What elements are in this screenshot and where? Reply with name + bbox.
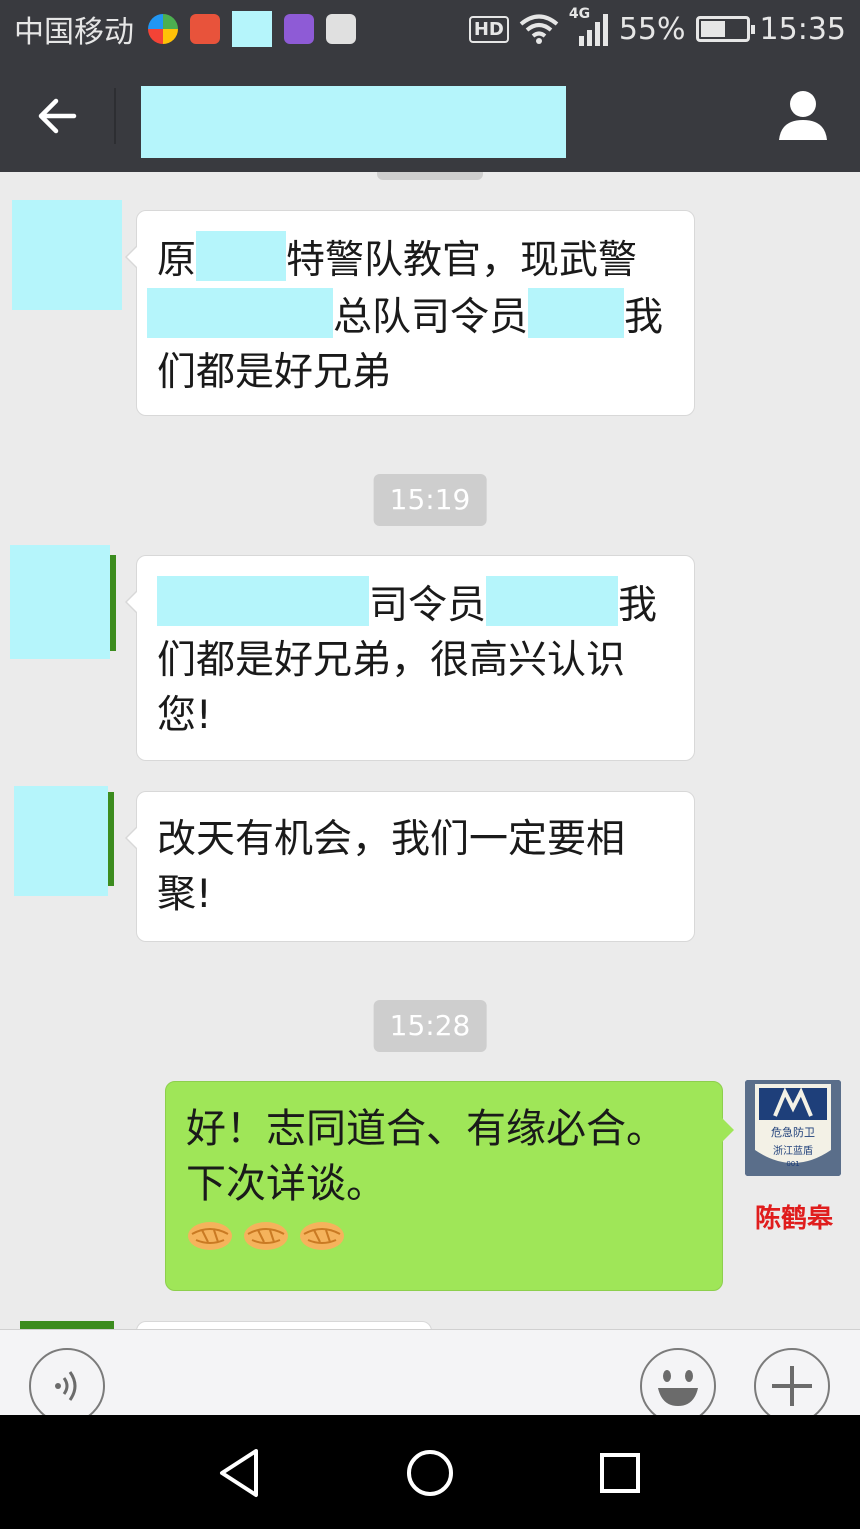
contact-avatar[interactable] — [12, 200, 122, 310]
more-button[interactable] — [754, 1348, 830, 1424]
nav-recent-icon[interactable] — [590, 1443, 650, 1503]
gallery-app-icon — [284, 14, 314, 44]
shield-badge-icon: 危急防卫 浙江蓝盾 001 — [745, 1080, 841, 1176]
back-arrow-icon[interactable] — [30, 88, 86, 144]
handshake-icon — [300, 1222, 344, 1250]
redacted-text — [486, 576, 619, 626]
contact-avatar[interactable] — [14, 786, 108, 896]
message-text: 原特警队教官，现武警 总队司令员我 们都是好兄弟 — [147, 231, 674, 400]
message-text: 改天有机会，我们一定要相 聚! — [157, 817, 626, 917]
contact-avatar[interactable] — [10, 545, 110, 659]
handshake-icon — [188, 1222, 232, 1250]
redacted-text — [528, 288, 625, 338]
message-text: 司令员我 们都是好兄弟，很高兴认识 您! — [157, 576, 674, 743]
message-input[interactable] — [124, 1356, 622, 1424]
redacted-text — [147, 288, 333, 338]
battery-percent: 55% — [618, 11, 686, 47]
emoji-row — [186, 1216, 702, 1254]
svg-text:浙江蓝盾: 浙江蓝盾 — [773, 1145, 813, 1157]
status-bar: 中国移动 HD 4G 55% 15:35 — [0, 0, 860, 58]
message-bubble[interactable]: 司令员我 们都是好兄弟，很高兴认识 您! — [125, 555, 695, 761]
header-divider — [114, 88, 116, 144]
battery-icon — [695, 16, 755, 42]
emoji-icon — [658, 1370, 698, 1406]
avatar-edge — [108, 792, 114, 886]
avatar-edge — [110, 555, 116, 651]
redacted-notification-icon — [232, 11, 272, 47]
app-notification-icon — [148, 14, 178, 44]
clock: 15:35 — [759, 11, 846, 47]
next-bubble-peek — [136, 1321, 432, 1329]
hd-badge: HD — [468, 15, 509, 43]
voice-button[interactable] — [29, 1348, 105, 1424]
health-app-icon — [190, 14, 220, 44]
chat-header — [0, 58, 860, 172]
message-bubble[interactable]: 改天有机会，我们一定要相 聚! — [125, 791, 695, 942]
map-app-icon — [326, 14, 356, 44]
nav-home-icon[interactable] — [400, 1443, 460, 1503]
next-avatar-peek — [20, 1321, 114, 1329]
redacted-text — [196, 231, 287, 281]
plus-icon — [772, 1366, 812, 1406]
message-bubble[interactable]: 原特警队教官，现武警 总队司令员我 们都是好兄弟 — [125, 210, 695, 416]
signal-icon: 4G — [569, 6, 609, 46]
svg-text:危急防卫: 危急防卫 — [771, 1125, 815, 1139]
redacted-chat-title — [141, 86, 566, 158]
chat-area[interactable]: 原特警队教官，现武警 总队司令员我 们都是好兄弟 15:19 司令员我 们都是好… — [0, 172, 860, 1329]
sender-name: 陈鹤皋 — [754, 1204, 833, 1234]
svg-text:001: 001 — [786, 1160, 799, 1168]
nav-back-icon[interactable] — [210, 1443, 270, 1503]
profile-icon[interactable] — [775, 86, 831, 142]
handshake-icon — [244, 1222, 288, 1250]
status-indicators: HD 4G 55% 15:35 — [468, 6, 846, 47]
wifi-icon — [519, 14, 559, 44]
input-bar — [0, 1329, 860, 1424]
timestamp: 15:28 — [373, 1000, 487, 1052]
system-nav-bar — [0, 1415, 860, 1529]
emoji-button[interactable] — [640, 1348, 716, 1424]
partial-timestamp — [377, 172, 483, 180]
redacted-text — [157, 576, 369, 626]
message-text: 好！志同道合、有缘必合。 下次详谈。 — [186, 1106, 666, 1207]
my-avatar[interactable]: 危急防卫 浙江蓝盾 001 — [745, 1080, 841, 1176]
voice-icon — [55, 1371, 77, 1401]
carrier-name: 中国移动 — [14, 15, 134, 50]
my-message-bubble[interactable]: 好！志同道合、有缘必合。 下次详谈。 — [165, 1081, 734, 1291]
timestamp: 15:19 — [373, 474, 487, 526]
